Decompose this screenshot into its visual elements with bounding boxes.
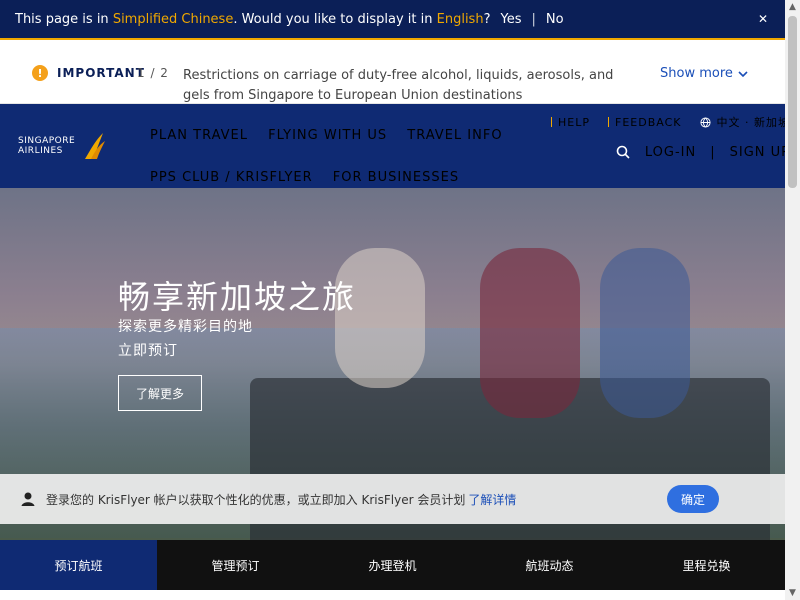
notice-text: Restrictions on carriage of duty-free al… (183, 68, 614, 103)
feedback-label: FEEDBACK (615, 115, 682, 129)
globe-icon (699, 116, 711, 128)
scrollbar-thumb[interactable] (788, 16, 797, 188)
singapore-airlines-logo[interactable]: SINGAPORE AIRLINES (18, 128, 108, 164)
tab-manage-booking[interactable]: 管理预订 (157, 540, 314, 590)
page-scrollbar[interactable]: ▲ ▼ (785, 0, 800, 600)
hero-person (480, 248, 580, 418)
help-label: HELP (558, 115, 591, 129)
krisflyer-ok-button[interactable]: 确定 (667, 485, 719, 513)
language-selector[interactable]: 中文 · 新加坡 (699, 114, 791, 130)
user-icon (20, 491, 36, 507)
show-more-button[interactable]: Show more (660, 66, 748, 81)
divider (551, 117, 553, 127)
nav-pps-krisflyer[interactable]: PPS CLUB / KRISFLYER (150, 170, 313, 185)
feedback-link[interactable]: FEEDBACK (608, 114, 681, 130)
login-button[interactable]: LOG-IN (645, 145, 696, 160)
tab-redeem-miles[interactable]: 里程兑换 (628, 540, 785, 590)
hero-title: 畅享新加坡之旅 (118, 278, 357, 316)
nav-for-businesses[interactable]: FOR BUSINESSES (333, 170, 459, 185)
search-button[interactable] (615, 144, 631, 160)
logo-line2: AIRLINES (18, 146, 63, 156)
hero-person (335, 248, 425, 388)
hero-subtitle: 立即预订 (118, 343, 178, 359)
booking-tabs: 预订航班 管理预订 办理登机 航班动态 里程兑换 (0, 540, 785, 590)
account-actions: LOG-IN | SIGN UP (615, 144, 790, 160)
translate-middle: . Would you like to display it in (233, 11, 433, 27)
show-more-label: Show more (660, 66, 733, 81)
main-navigation: PLAN TRAVEL FLYING WITH US TRAVEL INFO (150, 128, 518, 143)
tab-check-in[interactable]: 办理登机 (314, 540, 471, 590)
logo-line1: SINGAPORE (18, 136, 76, 146)
source-language: Simplified Chinese (112, 11, 234, 27)
divider (608, 117, 610, 127)
important-notice: ! IMPORTANT 1 / 2 Restrictions on carria… (0, 40, 785, 104)
notice-pager: 1 / 2 (137, 66, 169, 80)
scroll-down-icon[interactable]: ▼ (785, 586, 800, 600)
scroll-up-icon[interactable]: ▲ (785, 0, 800, 14)
hero-person (600, 248, 690, 418)
chevron-down-icon (738, 70, 748, 77)
krisflyer-banner: 登录您的 KrisFlyer 帐户以获取个性化的优惠，或立即加入 KrisFly… (0, 474, 785, 524)
translate-no-button[interactable]: No (546, 12, 564, 27)
close-icon[interactable]: ✕ (755, 11, 771, 27)
search-icon (616, 145, 630, 159)
alert-icon: ! (32, 65, 48, 81)
tab-flight-status[interactable]: 航班动态 (471, 540, 628, 590)
nav-flying-with-us[interactable]: FLYING WITH US (268, 128, 387, 143)
target-language: English (436, 11, 484, 27)
translate-yes-button[interactable]: Yes (500, 12, 521, 27)
krisflyer-learn-more-link[interactable]: 了解详情 (468, 491, 516, 508)
translate-bar: This page is in Simplified Chinese . Wou… (0, 0, 785, 40)
secondary-navigation: PPS CLUB / KRISFLYER FOR BUSINESSES (150, 170, 474, 185)
translate-question: ? (483, 11, 491, 27)
actions-divider: | (710, 144, 716, 160)
bird-icon (85, 133, 106, 159)
notice-label: IMPORTANT (57, 66, 145, 80)
tab-book-flight[interactable]: 预订航班 (0, 540, 157, 590)
translate-separator: | (531, 11, 536, 27)
krisflyer-banner-text: 登录您的 KrisFlyer 帐户以获取个性化的优惠，或立即加入 KrisFly… (46, 492, 466, 507)
help-link[interactable]: HELP (551, 114, 590, 130)
language-label: 中文 · 新加坡 (716, 116, 790, 129)
nav-travel-info[interactable]: TRAVEL INFO (407, 128, 502, 143)
nav-plan-travel[interactable]: PLAN TRAVEL (150, 128, 248, 143)
signup-button[interactable]: SIGN UP (730, 145, 790, 160)
hero-cta-button[interactable]: 了解更多 (118, 375, 202, 411)
translate-prefix: This page is in (15, 11, 109, 27)
hero-subtitle: 探索更多精彩目的地 (118, 319, 253, 335)
utility-links: HELP FEEDBACK 中文 · 新加坡 (551, 114, 790, 130)
